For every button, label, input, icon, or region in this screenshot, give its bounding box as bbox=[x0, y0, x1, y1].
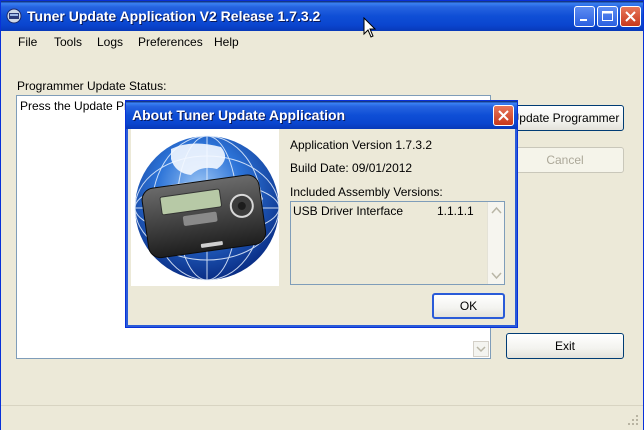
assembly-version: 1.1.1.1 bbox=[437, 204, 474, 218]
window-title: Tuner Update Application V2 Release 1.7.… bbox=[27, 8, 321, 24]
assembly-name: USB Driver Interface bbox=[293, 204, 404, 218]
menu-tools[interactable]: Tools bbox=[54, 35, 82, 49]
product-logo-image bbox=[131, 129, 280, 286]
menu-logs[interactable]: Logs bbox=[97, 35, 123, 49]
title-bar[interactable]: Tuner Update Application V2 Release 1.7.… bbox=[1, 1, 643, 31]
assembly-list[interactable]: USB Driver Interface 1.1.1.1 bbox=[290, 201, 505, 285]
app-icon bbox=[6, 8, 22, 24]
dialog-title: About Tuner Update Application bbox=[132, 107, 346, 123]
cancel-button[interactable]: Cancel bbox=[506, 147, 624, 173]
assemblies-label: Included Assembly Versions: bbox=[290, 185, 443, 199]
assembly-list-scrollbar[interactable] bbox=[487, 202, 504, 284]
chevron-down-icon[interactable] bbox=[489, 268, 504, 283]
dialog-close-button[interactable] bbox=[493, 105, 514, 126]
menu-file[interactable]: File bbox=[18, 35, 37, 49]
about-dialog: About Tuner Update Application Applicati… bbox=[125, 100, 518, 328]
globe-device-icon bbox=[134, 135, 280, 281]
close-icon bbox=[498, 110, 509, 121]
status-bar bbox=[1, 405, 643, 430]
minimize-icon bbox=[580, 19, 587, 21]
update-programmer-button[interactable]: Update Programmer bbox=[506, 105, 624, 131]
resize-grip-icon[interactable] bbox=[627, 414, 639, 426]
menu-preferences[interactable]: Preferences bbox=[138, 35, 203, 49]
mouse-cursor-icon bbox=[363, 17, 377, 38]
maximize-icon bbox=[602, 11, 613, 21]
scroll-down-button[interactable] bbox=[473, 341, 489, 357]
maximize-button[interactable] bbox=[597, 6, 618, 27]
menu-bar: File Tools Logs Preferences Help bbox=[1, 31, 643, 53]
status-label: Programmer Update Status: bbox=[17, 79, 167, 93]
minimize-button[interactable] bbox=[574, 6, 595, 27]
app-version-text: Application Version 1.7.3.2 bbox=[290, 138, 433, 152]
chevron-down-icon bbox=[476, 346, 486, 353]
list-item[interactable]: USB Driver Interface 1.1.1.1 bbox=[291, 204, 486, 220]
exit-button[interactable]: Exit bbox=[506, 333, 624, 359]
dialog-body: Application Version 1.7.3.2 Build Date: … bbox=[129, 129, 514, 324]
chevron-up-icon[interactable] bbox=[489, 203, 504, 218]
ok-button[interactable]: OK bbox=[432, 293, 505, 319]
menu-help[interactable]: Help bbox=[214, 35, 239, 49]
close-icon bbox=[625, 11, 636, 22]
build-date-text: Build Date: 09/01/2012 bbox=[290, 161, 413, 175]
close-button[interactable] bbox=[620, 6, 641, 27]
dialog-title-bar[interactable]: About Tuner Update Application bbox=[126, 101, 517, 129]
status-text: Press the Update Prog bbox=[20, 99, 142, 113]
